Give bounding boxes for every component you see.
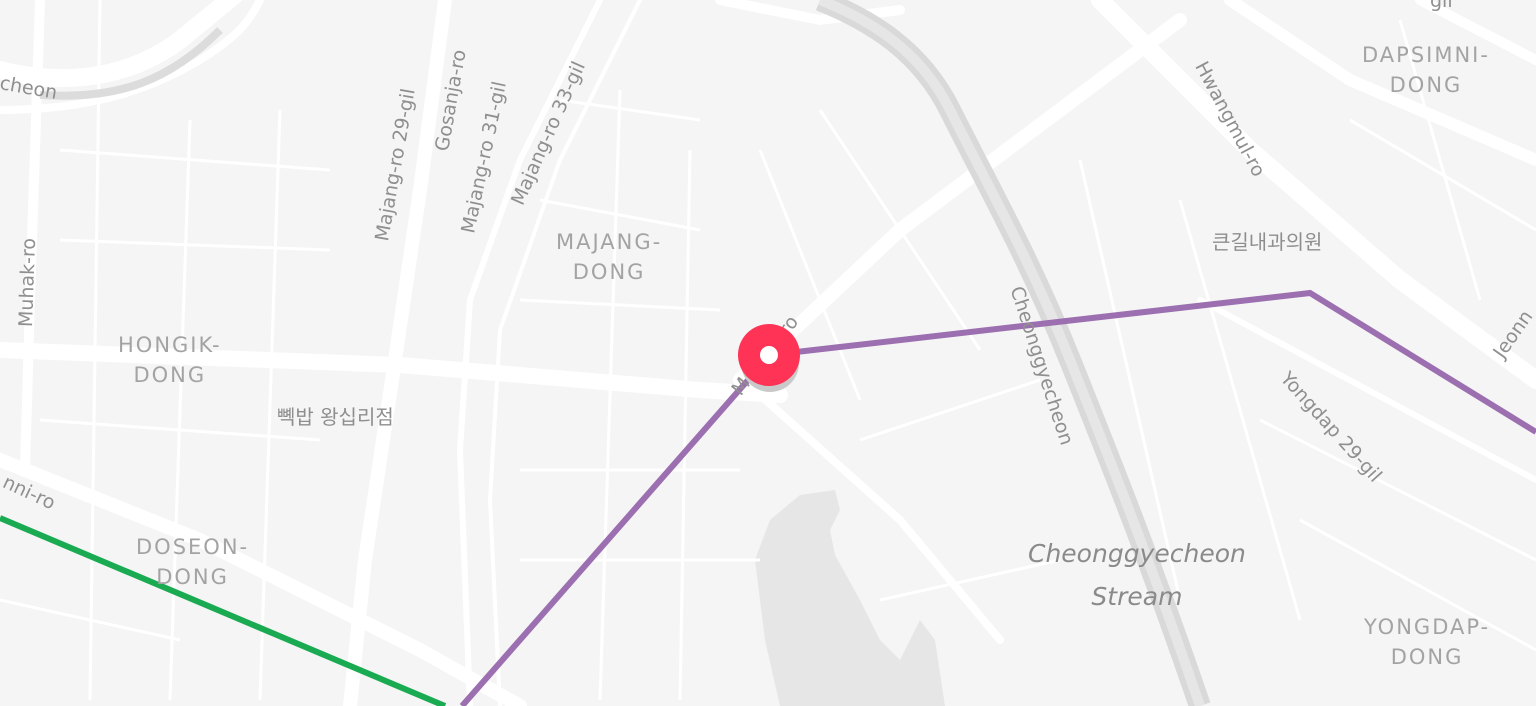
poi-label-bbekbap[interactable]: 뼥밥 왕십리점 <box>277 401 394 430</box>
district-label-doseon: DOSEON- DONG <box>136 535 250 589</box>
road-majang <box>733 13 1187 387</box>
district-label-dapsimni: DAPSIMNI- DONG <box>1362 43 1490 97</box>
park-area <box>755 490 945 706</box>
map-canvas[interactable]: MAJANG- DONG HONGIK- DONG DOSEON- DONG DAPS… <box>0 0 1536 706</box>
street-label-muhak-ro: Muhak-ro <box>15 237 41 328</box>
location-pin-icon[interactable] <box>738 324 800 392</box>
poi-label-keungil-clinic[interactable]: 큰길내과의원 <box>1212 226 1322 255</box>
district-label-majang: MAJANG- DONG <box>556 230 663 284</box>
district-label-hongik: HONGIK- DONG <box>118 333 222 387</box>
pin-center-dot <box>760 346 778 364</box>
street-label-gil-top: gil <box>1430 0 1453 12</box>
road-rail-a <box>456 0 603 706</box>
water-label-cheonggyecheon-stream: Cheonggyecheon Stream <box>1028 539 1246 611</box>
district-label-yongdap: YONGDAP- DONG <box>1364 615 1491 669</box>
